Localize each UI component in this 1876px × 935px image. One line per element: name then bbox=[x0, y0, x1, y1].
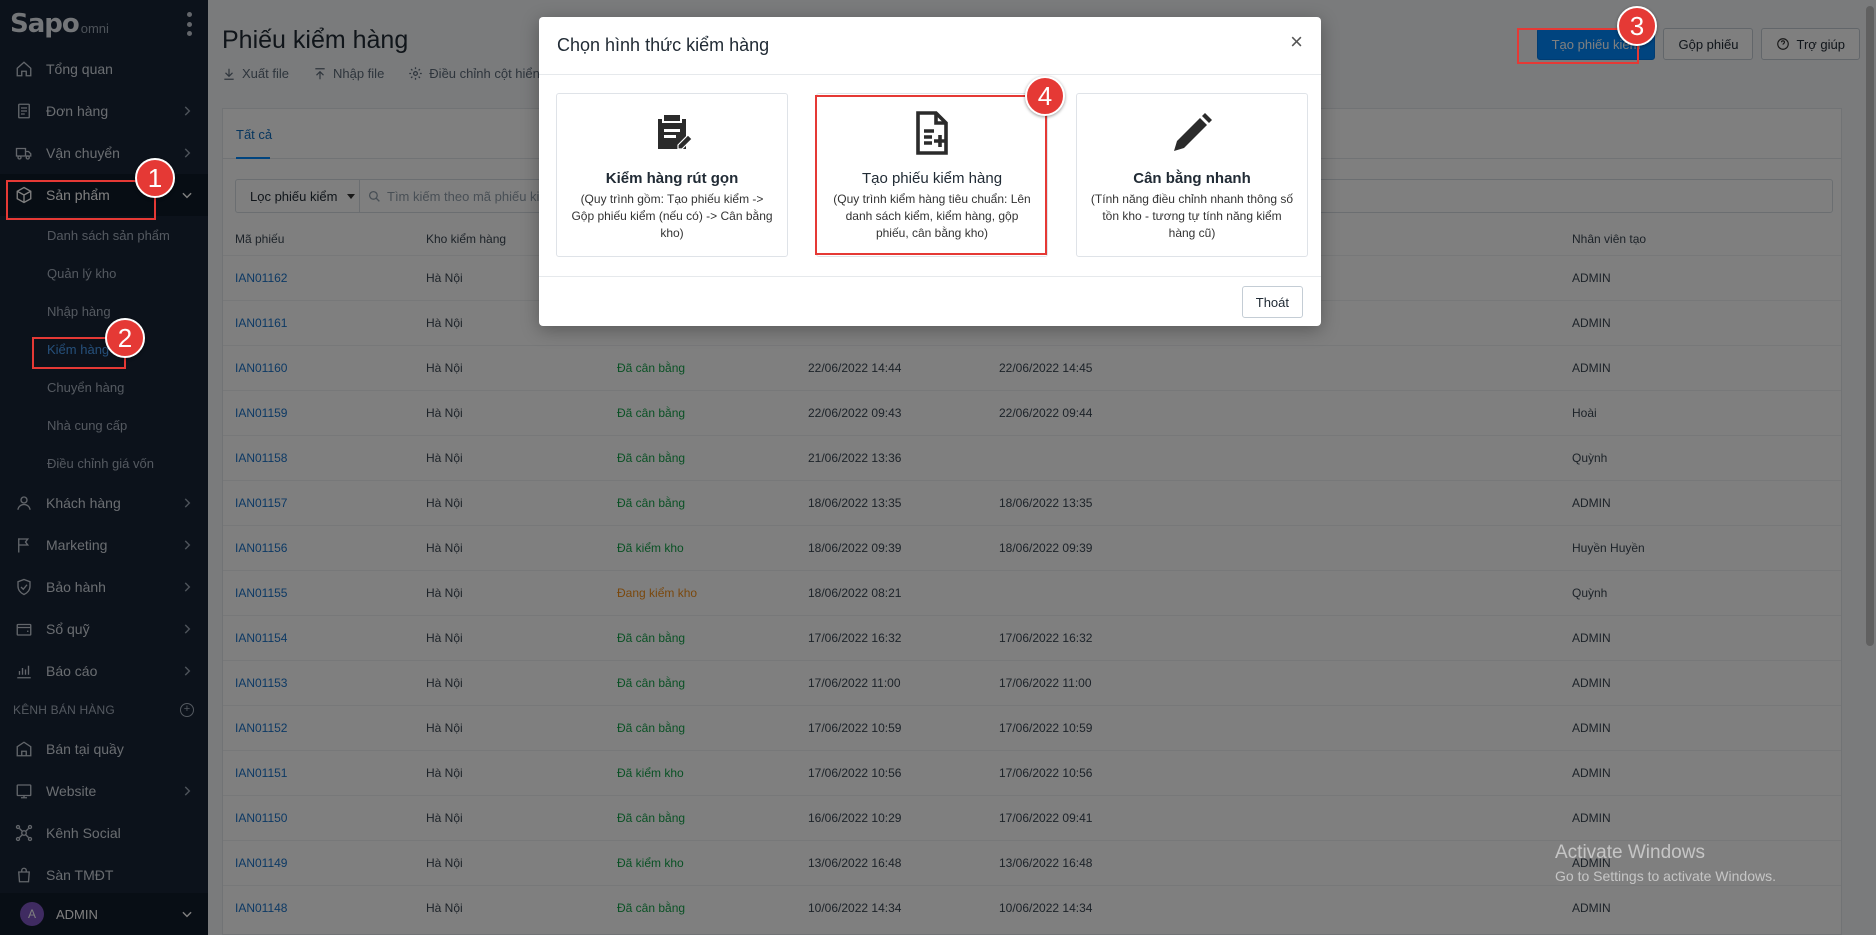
option-quick-balance[interactable]: Cân bằng nhanh (Tính năng điều chỉnh nha… bbox=[1076, 93, 1308, 257]
highlight-products bbox=[6, 180, 156, 220]
option-desc: (Quy trình gồm: Tạo phiếu kiểm -> Gộp ph… bbox=[571, 192, 773, 240]
activate-windows-watermark: Activate Windows Go to Settings to activ… bbox=[1555, 842, 1776, 884]
step-badge-4: 4 bbox=[1025, 76, 1065, 116]
clipboard-edit-icon bbox=[557, 108, 787, 158]
watermark-line2: Go to Settings to activate Windows. bbox=[1555, 868, 1776, 884]
step-badge-1: 1 bbox=[135, 158, 175, 198]
highlight-create-option bbox=[815, 95, 1047, 255]
modal-title: Chọn hình thức kiểm hàng bbox=[557, 35, 770, 55]
step-badge-2: 2 bbox=[105, 318, 145, 358]
exit-button[interactable]: Thoát bbox=[1241, 286, 1303, 318]
option-title: Kiểm hàng rút gọn bbox=[605, 170, 739, 187]
pencil-icon bbox=[1077, 108, 1307, 158]
close-icon[interactable]: × bbox=[1290, 29, 1303, 55]
option-title: Cân bằng nhanh bbox=[1133, 170, 1251, 187]
modal-footer: Thoát bbox=[539, 276, 1321, 326]
option-desc: (Tính năng điều chỉnh nhanh thông số tồn… bbox=[1090, 192, 1294, 240]
step-badge-3: 3 bbox=[1617, 6, 1657, 46]
option-quick-check[interactable]: Kiểm hàng rút gọn (Quy trình gồm: Tạo ph… bbox=[556, 93, 788, 257]
watermark-line1: Activate Windows bbox=[1555, 842, 1705, 863]
modal-header: Chọn hình thức kiểm hàng × bbox=[539, 17, 1321, 75]
